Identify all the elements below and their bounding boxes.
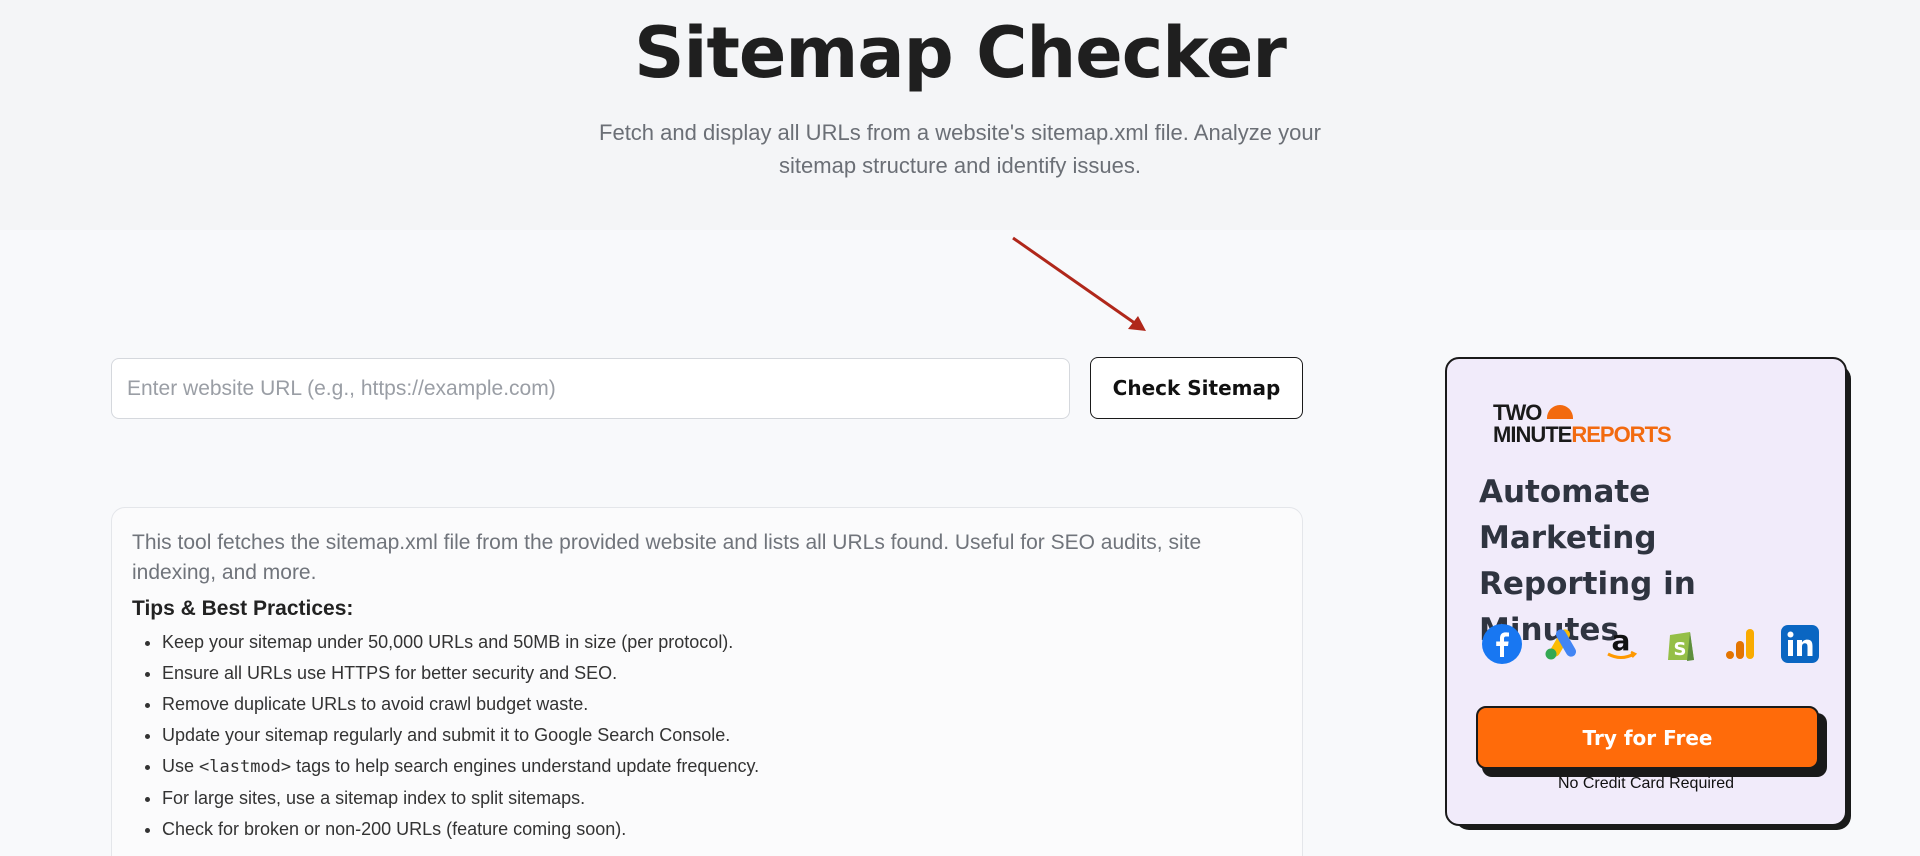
tip-item: Use <lastmod> tags to help search engine… <box>162 751 1282 783</box>
try-for-free-button[interactable]: Try for Free <box>1476 706 1819 769</box>
svg-text:a: a <box>1612 624 1631 657</box>
tip-item: Ensure all URLs use HTTPS for better sec… <box>162 658 1282 689</box>
amazon-icon: a <box>1600 623 1642 665</box>
tip-text: tags to help search engines understand u… <box>291 756 760 776</box>
shopify-icon: S <box>1660 623 1702 665</box>
info-card: This tool fetches the sitemap.xml file f… <box>111 507 1303 856</box>
tips-heading: Tips & Best Practices: <box>132 597 354 620</box>
brand-icons-row: a S <box>1481 623 1821 667</box>
page-title: Sitemap Checker <box>634 12 1287 94</box>
tip-item: Remove duplicate URLs to avoid crawl bud… <box>162 689 1282 720</box>
ad-card[interactable]: TWO MINUTEREPORTS Automate Marketing Rep… <box>1445 357 1847 826</box>
pointer-arrow-icon <box>1012 236 1146 331</box>
google-analytics-icon <box>1719 623 1761 665</box>
tip-text: Use <box>162 756 200 776</box>
page-subtitle: Fetch and display all URLs from a websit… <box>599 120 1321 178</box>
tip-item: Check for broken or non-200 URLs (featur… <box>162 814 1282 845</box>
tip-item: Update your sitemap regularly and submit… <box>162 720 1282 751</box>
google-ads-icon <box>1541 623 1583 665</box>
url-input[interactable] <box>111 358 1070 419</box>
tool-description: This tool fetches the sitemap.xml file f… <box>132 531 1202 584</box>
tip-item: For large sites, use a sitemap index to … <box>162 783 1282 814</box>
logo-text-line2: MINUTEREPORTS <box>1493 422 1672 447</box>
no-credit-card-note: No Credit Card Required <box>1557 775 1735 792</box>
logo-mark-icon <box>1547 405 1573 419</box>
logo-text-reports: REPORTS <box>1571 422 1671 447</box>
svg-text:S: S <box>1673 639 1686 660</box>
check-sitemap-button[interactable]: Check Sitemap <box>1090 357 1303 419</box>
tips-list: Keep your sitemap under 50,000 URLs and … <box>132 627 1282 845</box>
linkedin-icon <box>1779 623 1821 665</box>
logo-text-minute: MINUTE <box>1493 422 1572 447</box>
two-minute-reports-logo: TWO MINUTEREPORTS <box>1493 397 1672 453</box>
facebook-icon <box>1481 623 1523 665</box>
tip-item: Keep your sitemap under 50,000 URLs and … <box>162 627 1282 658</box>
lastmod-code: <lastmod> <box>199 757 292 777</box>
